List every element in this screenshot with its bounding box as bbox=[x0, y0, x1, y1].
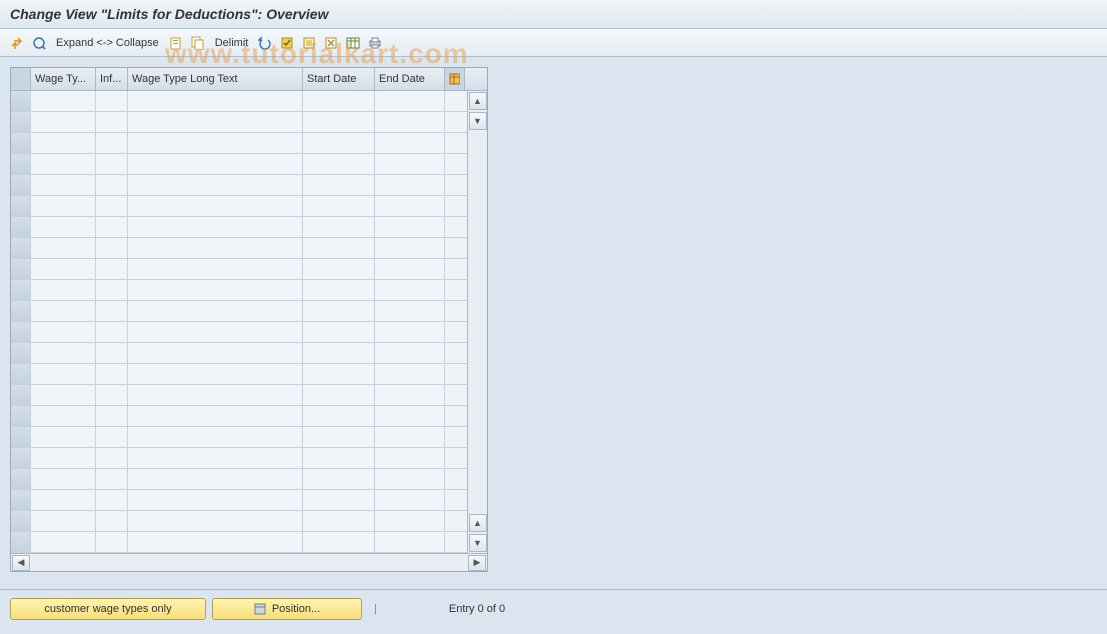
table-row[interactable] bbox=[11, 532, 467, 553]
scroll-down-icon[interactable]: ▼ bbox=[469, 112, 487, 130]
col-wage-type[interactable]: Wage Ty... bbox=[31, 68, 96, 90]
col-infotype[interactable]: Inf... bbox=[96, 68, 128, 90]
row-selector[interactable] bbox=[11, 448, 31, 468]
table-row[interactable] bbox=[11, 280, 467, 301]
select-all-icon[interactable] bbox=[278, 34, 296, 52]
table-row[interactable] bbox=[11, 133, 467, 154]
window-title-bar: Change View "Limits for Deductions": Ove… bbox=[0, 0, 1107, 29]
print-icon[interactable] bbox=[366, 34, 384, 52]
undo-change-icon[interactable] bbox=[256, 34, 274, 52]
delimit-button[interactable]: Delimit bbox=[211, 37, 253, 49]
scroll-down2-icon[interactable]: ▼ bbox=[469, 534, 487, 552]
table-row[interactable] bbox=[11, 238, 467, 259]
table-row[interactable] bbox=[11, 406, 467, 427]
table-row[interactable] bbox=[11, 322, 467, 343]
hscroll-track[interactable] bbox=[31, 554, 467, 571]
configure-columns-icon[interactable] bbox=[445, 68, 465, 90]
select-block-icon[interactable] bbox=[300, 34, 318, 52]
col-start-date[interactable]: Start Date bbox=[303, 68, 375, 90]
window-title: Change View "Limits for Deductions": Ove… bbox=[10, 6, 329, 22]
scroll-right-icon[interactable]: ▶ bbox=[468, 555, 486, 571]
table-row[interactable] bbox=[11, 448, 467, 469]
position-label: Position... bbox=[272, 603, 320, 615]
row-selector[interactable] bbox=[11, 91, 31, 111]
row-selector[interactable] bbox=[11, 217, 31, 237]
data-table: Wage Ty... Inf... Wage Type Long Text St… bbox=[10, 67, 488, 572]
row-selector[interactable] bbox=[11, 385, 31, 405]
table-body bbox=[11, 91, 467, 553]
row-selector[interactable] bbox=[11, 427, 31, 447]
row-selector[interactable] bbox=[11, 238, 31, 258]
row-selector[interactable] bbox=[11, 511, 31, 531]
select-all-header[interactable] bbox=[11, 68, 31, 90]
row-selector[interactable] bbox=[11, 154, 31, 174]
col-end-date[interactable]: End Date bbox=[375, 68, 445, 90]
footer-separator: | bbox=[374, 603, 377, 615]
new-entries-icon[interactable] bbox=[167, 34, 185, 52]
table-row[interactable] bbox=[11, 490, 467, 511]
row-selector[interactable] bbox=[11, 133, 31, 153]
row-selector[interactable] bbox=[11, 490, 31, 510]
horizontal-scrollbar[interactable]: ◀ ▶ bbox=[11, 553, 487, 571]
row-selector[interactable] bbox=[11, 301, 31, 321]
toolbar: Expand <-> Collapse Delimit bbox=[0, 29, 1107, 57]
content-area: Wage Ty... Inf... Wage Type Long Text St… bbox=[0, 57, 1107, 582]
other-view-icon[interactable] bbox=[30, 34, 48, 52]
table-row[interactable] bbox=[11, 217, 467, 238]
table-row[interactable] bbox=[11, 364, 467, 385]
copy-as-icon[interactable] bbox=[189, 34, 207, 52]
col-wage-type-long-text[interactable]: Wage Type Long Text bbox=[128, 68, 303, 90]
deselect-all-icon[interactable] bbox=[322, 34, 340, 52]
table-row[interactable] bbox=[11, 511, 467, 532]
entry-status: Entry 0 of 0 bbox=[449, 603, 505, 615]
table-row[interactable] bbox=[11, 301, 467, 322]
row-selector[interactable] bbox=[11, 259, 31, 279]
row-selector[interactable] bbox=[11, 280, 31, 300]
customer-wage-types-label: customer wage types only bbox=[44, 603, 171, 615]
table-row[interactable] bbox=[11, 154, 467, 175]
row-selector[interactable] bbox=[11, 364, 31, 384]
table-settings-icon[interactable] bbox=[344, 34, 362, 52]
table-row[interactable] bbox=[11, 196, 467, 217]
table-row[interactable] bbox=[11, 91, 467, 112]
table-row[interactable] bbox=[11, 112, 467, 133]
table-header-row: Wage Ty... Inf... Wage Type Long Text St… bbox=[11, 68, 487, 91]
scroll-up-icon[interactable]: ▲ bbox=[469, 92, 487, 110]
row-selector[interactable] bbox=[11, 196, 31, 216]
row-selector[interactable] bbox=[11, 406, 31, 426]
vertical-scrollbar[interactable]: ▲ ▼ ▲ ▼ bbox=[467, 91, 487, 553]
row-selector[interactable] bbox=[11, 469, 31, 489]
toggle-display-change-icon[interactable] bbox=[8, 34, 26, 52]
customer-wage-types-button[interactable]: customer wage types only bbox=[10, 598, 206, 620]
row-selector[interactable] bbox=[11, 322, 31, 342]
table-row[interactable] bbox=[11, 175, 467, 196]
expand-collapse-button[interactable]: Expand <-> Collapse bbox=[52, 37, 163, 49]
scroll-left-icon[interactable]: ◀ bbox=[12, 555, 30, 571]
row-selector[interactable] bbox=[11, 532, 31, 552]
table-row[interactable] bbox=[11, 469, 467, 490]
table-row[interactable] bbox=[11, 427, 467, 448]
row-selector[interactable] bbox=[11, 112, 31, 132]
scroll-track[interactable] bbox=[468, 131, 487, 513]
row-selector[interactable] bbox=[11, 343, 31, 363]
row-selector[interactable] bbox=[11, 175, 31, 195]
table-row[interactable] bbox=[11, 259, 467, 280]
footer-bar: customer wage types only Position... | E… bbox=[0, 589, 1107, 634]
table-row[interactable] bbox=[11, 385, 467, 406]
table-row[interactable] bbox=[11, 343, 467, 364]
position-button[interactable]: Position... bbox=[212, 598, 362, 620]
scroll-up2-icon[interactable]: ▲ bbox=[469, 514, 487, 532]
position-icon bbox=[254, 603, 266, 615]
